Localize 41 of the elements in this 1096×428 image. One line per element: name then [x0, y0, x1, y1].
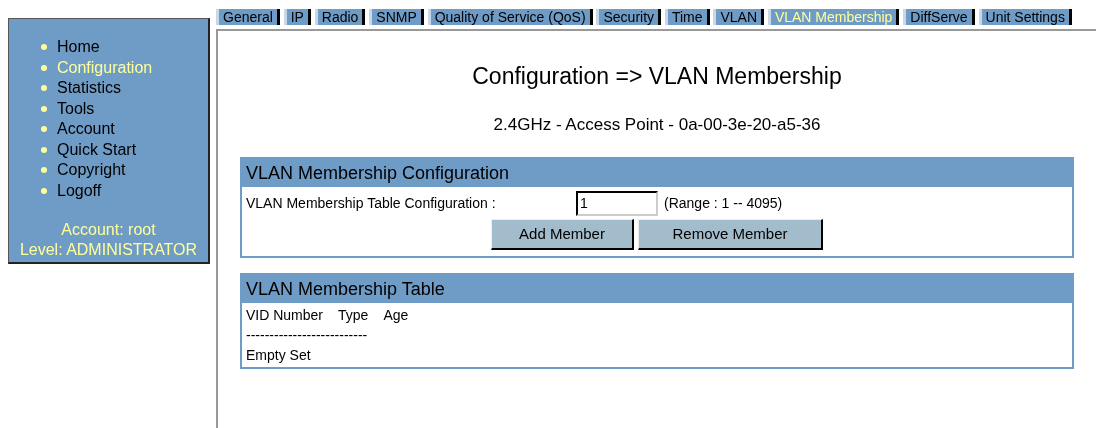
bullet-icon	[41, 105, 47, 112]
range-text: (Range : 1 -- 4095)	[664, 193, 783, 213]
field-label: VLAN Membership Table Configuration :	[246, 193, 497, 213]
empty-text: Empty Set	[246, 346, 311, 365]
bullet-icon	[41, 64, 47, 71]
nav-link[interactable]: Home	[57, 39, 100, 56]
bullet-icon	[41, 85, 47, 92]
tab[interactable]: Radio	[314, 9, 366, 25]
vlan-input[interactable]: 1	[576, 190, 658, 216]
action-button[interactable]: Remove Member	[638, 219, 823, 250]
nav-link[interactable]: Statistics	[57, 80, 121, 97]
tab[interactable]: Time	[664, 9, 710, 25]
level-text: Level: ADMINISTRATOR	[19, 240, 198, 260]
column-header: Age	[383, 306, 409, 325]
tab[interactable]: Unit Settings	[978, 9, 1072, 25]
account-text: Account: root	[61, 220, 156, 240]
action-button[interactable]: Add Member	[491, 219, 634, 250]
bullet-icon	[41, 146, 47, 153]
tab[interactable]: General	[216, 9, 280, 25]
nav-link[interactable]: Logoff	[57, 182, 102, 199]
tab[interactable]: Quality of Service (QoS)	[427, 9, 593, 25]
nav-link[interactable]: Account	[57, 121, 115, 138]
column-header: VID Number	[246, 306, 324, 325]
nav-link[interactable]: Copyright	[57, 162, 126, 179]
bullet-icon	[41, 187, 47, 194]
separator-text: --------------------------	[246, 326, 368, 345]
tab[interactable]: IP	[283, 9, 311, 25]
device-subtitle: 2.4GHz - Access Point - 0a-00-3e-20-a5-36	[493, 113, 821, 136]
tab[interactable]: Security	[596, 9, 662, 25]
section-header: VLAN Membership Configuration	[242, 159, 1072, 187]
page-title: Configuration => VLAN Membership	[472, 62, 842, 91]
tab[interactable]: DiffServe	[903, 9, 975, 25]
tab[interactable]: VLAN	[713, 9, 764, 25]
bullet-icon	[41, 126, 47, 133]
tab[interactable]: SNMP	[369, 9, 424, 25]
section-header: VLAN Membership Table	[242, 275, 1072, 303]
nav-link[interactable]: Quick Start	[57, 141, 137, 158]
column-header: Type	[338, 306, 369, 325]
bullet-icon	[41, 167, 47, 174]
nav-link[interactable]: Tools	[57, 100, 95, 117]
bullet-icon	[41, 44, 47, 51]
